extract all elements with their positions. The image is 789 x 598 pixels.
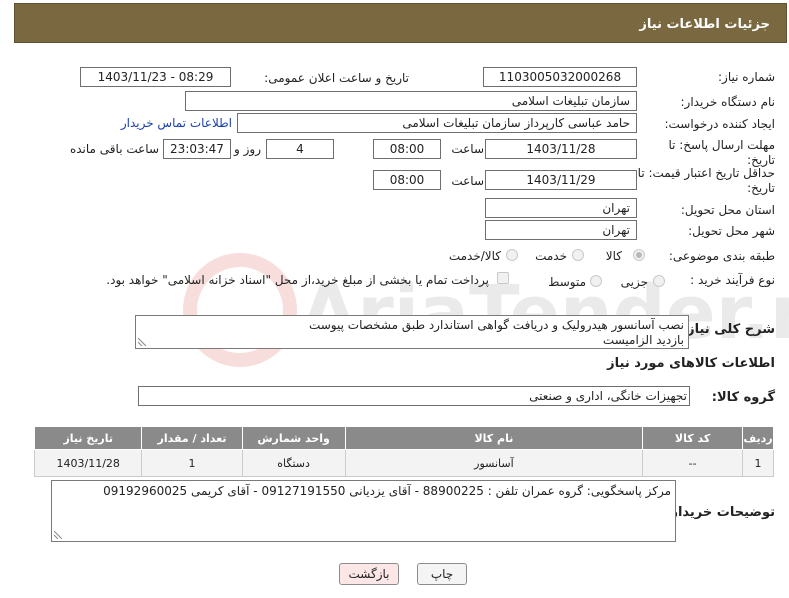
goods-group-field: تجهیزات خانگی، اداری و صنعتی (138, 386, 690, 406)
resize-grip-icon[interactable] (138, 338, 146, 346)
validity-label: حداقل تاریخ اعتبار قیمت: تا (637, 166, 775, 180)
col-need-date: تاریخ نیاز (33, 426, 143, 450)
creator-field: حامد عباسی کارپرداز سازمان تبلیغات اسلام… (237, 113, 637, 133)
cell-unit: دستگاه (241, 449, 346, 477)
cell-row: 1 (742, 449, 774, 477)
deadline-time-label: ساعت (451, 142, 484, 156)
process-minor-label: جزیی (620, 275, 648, 289)
back-button[interactable]: بازگشت (339, 563, 399, 585)
category-goods-radio[interactable] (633, 249, 645, 261)
description-line-1: نصب آسانسور هیدرولیک و دریافت گواهی استا… (308, 318, 684, 332)
table-row: 1 -- آسانسور دستگاه 1 1403/11/28 (33, 449, 774, 477)
need-number-field: 1103005032000268 (483, 67, 637, 87)
buyer-notes-text: مرکز پاسخگویی: گروه عمران تلفن : 8890022… (103, 484, 671, 498)
category-service-radio[interactable] (572, 249, 584, 261)
remaining-time-label: ساعت باقی مانده (69, 142, 159, 156)
process-minor-radio[interactable] (653, 275, 665, 287)
cell-code: -- (642, 449, 744, 477)
announce-label: تاریخ و ساعت اعلان عمومی: (264, 71, 409, 85)
page-title: جزئیات اطلاعات نیاز (639, 17, 770, 32)
col-row: ردیف (742, 426, 774, 450)
col-code: کد کالا (642, 426, 744, 450)
description-line-2: بازدید الزامیست (602, 333, 684, 347)
deadline-label-date: تاریخ: (747, 153, 775, 167)
validity-label-date: تاریخ: (747, 181, 775, 195)
buyer-org-field: سازمان تبلیغات اسلامی (185, 91, 637, 111)
buyer-notes-textarea[interactable]: مرکز پاسخگویی: گروه عمران تلفن : 8890022… (51, 480, 676, 542)
province-field: تهران (485, 198, 637, 218)
days-label: روز و (234, 142, 261, 156)
province-label: استان محل تحویل: (680, 203, 775, 217)
process-medium-label: متوسط (548, 275, 586, 289)
validity-time-field: 08:00 (373, 170, 441, 190)
process-type-label: نوع فرآیند خرید : (690, 273, 775, 287)
category-service-label: خدمت (535, 249, 567, 263)
days-remaining-field: 4 (266, 139, 334, 159)
resize-grip-icon[interactable] (54, 531, 62, 539)
process-medium-radio[interactable] (590, 275, 602, 287)
col-unit: واحد شمارش (241, 426, 346, 450)
cell-need-date: 1403/11/28 (33, 449, 143, 477)
category-goods-service-radio[interactable] (506, 249, 518, 261)
description-textarea[interactable]: نصب آسانسور هیدرولیک و دریافت گواهی استا… (135, 315, 689, 349)
goods-info-title: اطلاعات کالاهای مورد نیاز (607, 356, 775, 371)
validity-date-field: 1403/11/29 (485, 170, 637, 190)
need-number-label: شماره نیاز: (718, 70, 775, 84)
deadline-time-field: 08:00 (373, 139, 441, 159)
treasury-payment-note: پرداخت تمام یا بخشی از مبلغ خرید،از محل … (106, 273, 489, 287)
cell-qty: 1 (141, 449, 243, 477)
city-field: تهران (485, 220, 637, 240)
city-label: شهر محل تحویل: (688, 224, 775, 238)
buyer-org-label: نام دستگاه خریدار: (680, 95, 776, 109)
table-header-row: ردیف کد کالا نام کالا واحد شمارش تعداد /… (33, 426, 774, 450)
creator-label: ایجاد کننده درخواست: (664, 117, 775, 131)
deadline-date-field: 1403/11/28 (485, 139, 637, 159)
cell-name: آسانسور (344, 449, 644, 477)
category-goods-service-label: کالا/خدمت (448, 249, 501, 263)
contact-buyer-link[interactable]: اطلاعات تماس خریدار (121, 116, 232, 130)
validity-time-label: ساعت (451, 174, 484, 188)
description-label: شرح کلی نیاز: (681, 322, 775, 337)
treasury-payment-checkbox[interactable] (497, 272, 509, 284)
header-bar: جزئیات اطلاعات نیاز (14, 3, 787, 43)
print-button[interactable]: چاپ (417, 563, 467, 585)
deadline-label: مهلت ارسال پاسخ: تا (668, 138, 775, 152)
goods-group-label: گروه کالا: (711, 390, 775, 405)
items-table: ردیف کد کالا نام کالا واحد شمارش تعداد /… (33, 426, 774, 477)
col-qty: تعداد / مقدار (141, 426, 243, 450)
announce-field: 1403/11/23 - 08:29 (80, 67, 231, 87)
watermark-logo: AriaTender.net (183, 253, 789, 367)
col-name: نام کالا (344, 426, 644, 450)
remaining-time-field: 23:03:47 (163, 139, 231, 159)
category-goods-label: کالا (605, 249, 622, 263)
category-label: طبقه بندی موضوعی: (668, 249, 775, 263)
buyer-notes-label: توضیحات خریدار: (665, 505, 775, 520)
